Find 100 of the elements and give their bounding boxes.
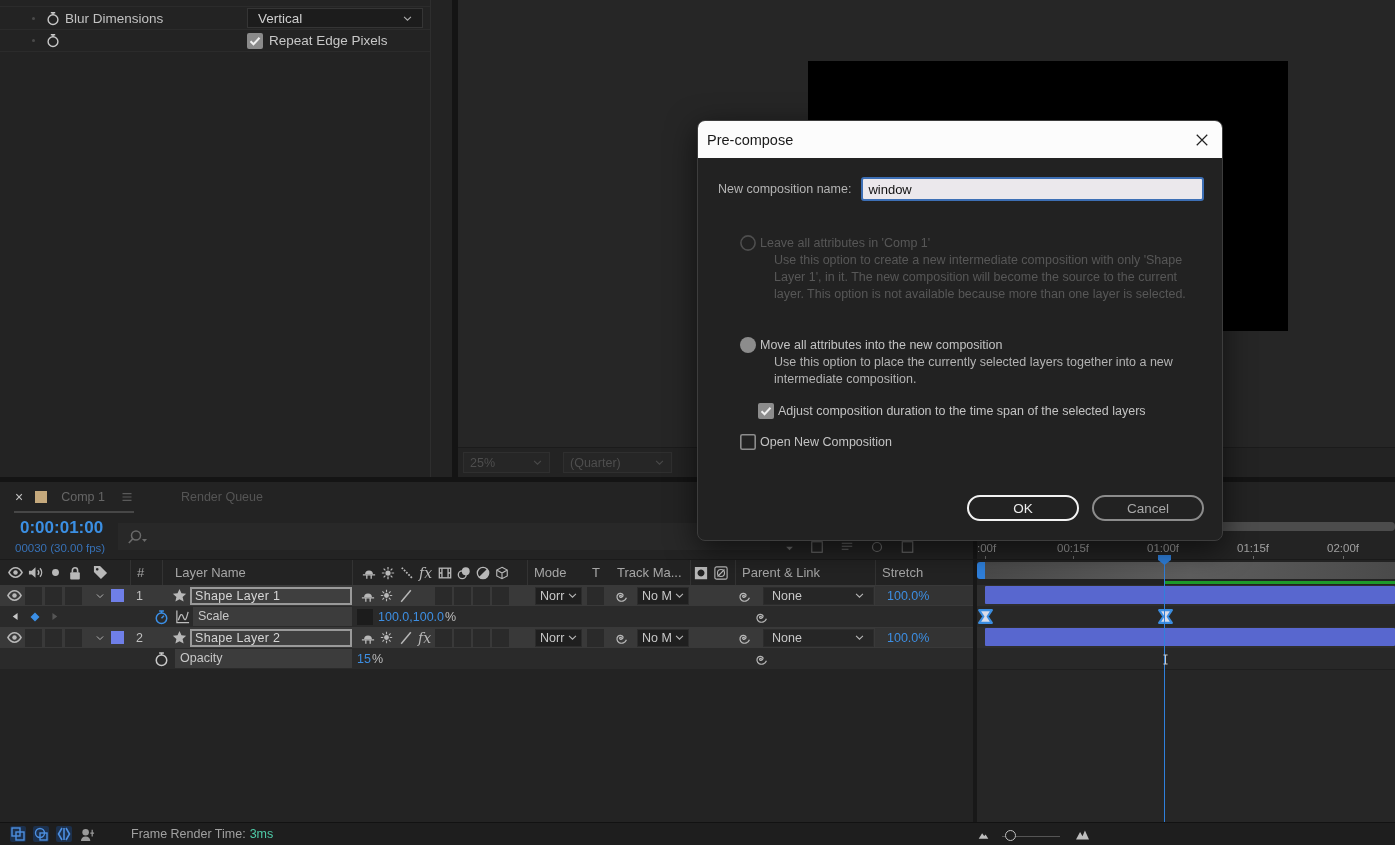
slash-icon[interactable]: [398, 588, 413, 603]
frame-count: 00030 (30.00 fps): [15, 541, 106, 555]
slider-thumb[interactable]: [1005, 830, 1017, 841]
unit-label: %: [445, 609, 457, 624]
checkbox[interactable]: [758, 403, 774, 419]
layer-row[interactable]: 1 Shape Layer 1 Norr No M None 100.0%: [0, 585, 973, 606]
chevron-down-icon: [854, 632, 865, 643]
dot-icon: [49, 567, 61, 578]
dialog-button[interactable]: Cancel: [1092, 495, 1204, 521]
stacked-squares-icon[interactable]: [10, 826, 26, 842]
chevron-down-icon: [532, 457, 543, 468]
column-header: Mode: [534, 565, 567, 580]
property-name: Blur Dimensions: [65, 10, 164, 26]
fx-label: fx: [418, 565, 433, 580]
stopwatch-icon[interactable]: [153, 608, 169, 625]
keyframe-icon[interactable]: [1157, 608, 1174, 625]
track-matte-dropdown[interactable]: No M: [637, 586, 689, 605]
close-button[interactable]: ×: [15, 489, 24, 505]
field-label: New composition name:: [718, 182, 852, 196]
dropdown[interactable]: Vertical: [247, 8, 423, 28]
eye-icon[interactable]: [7, 630, 22, 645]
track-matte-dropdown[interactable]: No M: [637, 628, 689, 647]
radio-button[interactable]: [740, 337, 756, 353]
chevron-down-icon: [674, 590, 685, 601]
parent-dropdown[interactable]: None: [763, 628, 874, 647]
circle-square-icon[interactable]: [33, 826, 49, 842]
column-header: T: [592, 565, 600, 580]
film-strip-icon: [437, 565, 452, 580]
diamond-icon[interactable]: [29, 610, 41, 623]
column-header: #: [137, 565, 145, 580]
triangle-right-icon[interactable]: [49, 611, 60, 622]
checkbox[interactable]: [247, 32, 263, 49]
name-input[interactable]: window: [861, 177, 1204, 201]
property-value[interactable]: 100.0,100.0: [378, 609, 445, 624]
mode-dropdown[interactable]: Norr: [535, 628, 582, 647]
property-value[interactable]: 15: [357, 651, 371, 666]
keyframe-icon[interactable]: [977, 608, 994, 625]
person-icon[interactable]: [79, 826, 96, 842]
property-name: Opacity: [175, 649, 352, 668]
checkbox-label: Repeat Edge Pixels: [269, 33, 388, 48]
column-header: Stretch: [882, 565, 924, 580]
square-icon[interactable]: [811, 541, 823, 553]
checkbox[interactable]: [740, 434, 756, 450]
property-name: Scale: [193, 607, 352, 626]
eye-icon[interactable]: [7, 588, 22, 603]
stopwatch-icon[interactable]: [153, 650, 169, 667]
tag-icon: [93, 565, 108, 580]
layer-number: 1: [136, 588, 143, 603]
current-time[interactable]: 0:00:01:00: [20, 518, 104, 538]
mode-dropdown[interactable]: Norr: [535, 586, 582, 605]
bullet-icon: [32, 16, 35, 20]
circles-icon: [456, 565, 471, 580]
stopwatch-icon[interactable]: [46, 10, 60, 26]
playhead[interactable]: [1158, 555, 1171, 822]
sun-icon[interactable]: [380, 589, 393, 602]
checkbox-label: Adjust composition duration to the time span of the selected layers: [778, 404, 1147, 418]
star-icon: [172, 588, 187, 603]
slash-icon[interactable]: [398, 630, 413, 645]
brackets-icon[interactable]: [56, 826, 72, 842]
close-icon[interactable]: [1195, 132, 1209, 147]
tab[interactable]: × Comp 1: [14, 483, 134, 513]
swatch-icon[interactable]: [111, 631, 124, 644]
half-circle-icon: [475, 565, 490, 580]
dialog-title: Pre-compose: [707, 131, 794, 148]
search-field[interactable]: [118, 523, 770, 550]
column-header: Track Ma...: [617, 565, 682, 580]
option-description: Use this option to place the currently selected layers together into a new intermediate composition.: [773, 354, 1174, 388]
column-header: Parent & Link: [742, 565, 821, 580]
sun-icon[interactable]: [380, 631, 393, 644]
chevron-down-icon: [567, 632, 578, 643]
radio-label: Move all attributes into the new composition: [760, 338, 1004, 352]
star-icon: [172, 630, 187, 645]
cube-icon: [494, 565, 509, 580]
unit-label: %: [371, 651, 384, 666]
rectangle-icon[interactable]: [900, 541, 915, 553]
layer-name[interactable]: Shape Layer 2: [190, 628, 352, 647]
slashed-circle-icon: [714, 565, 728, 580]
eye-icon: [7, 565, 23, 580]
swatch-icon[interactable]: [111, 589, 124, 602]
time-label: 00:15f: [1057, 542, 1089, 555]
graph-icon[interactable]: [175, 609, 190, 624]
time-label: 02:00f: [1327, 542, 1359, 555]
time-label: 01:15f: [1237, 542, 1269, 555]
chevron-down-icon: [567, 590, 578, 601]
triangle-left-icon[interactable]: [10, 611, 21, 622]
column-header: Layer Name: [175, 565, 246, 580]
time-label: :00f: [977, 542, 997, 555]
layer-row[interactable]: 2 Shape Layer 2 fx Norr No M None 100.0%: [0, 627, 973, 648]
layer-name[interactable]: Shape Layer 1: [190, 586, 352, 605]
bullet-icon: [32, 39, 35, 42]
work-area-handle[interactable]: [977, 562, 985, 579]
dotted-line-icon: [399, 565, 414, 580]
parent-dropdown[interactable]: None: [763, 586, 874, 605]
lock-icon: [68, 565, 82, 580]
caret-down-icon[interactable]: [785, 544, 794, 553]
circle-icon[interactable]: [871, 541, 883, 553]
chevron-down-icon: [654, 457, 665, 468]
menu-icon[interactable]: [120, 491, 133, 503]
dialog-button[interactable]: OK: [967, 495, 1079, 521]
stopwatch-icon[interactable]: [46, 33, 60, 48]
